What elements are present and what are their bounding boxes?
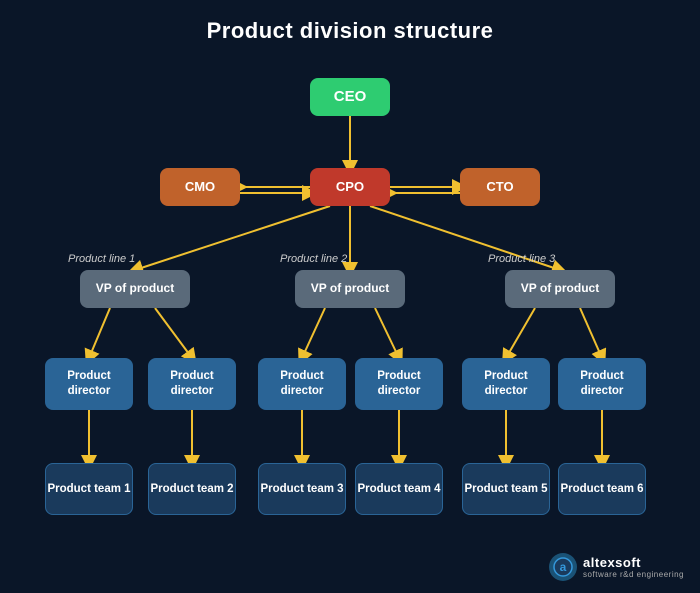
cmo-node: CMO [160,168,240,206]
product-team-3-node: Product team 3 [258,463,346,515]
altexsoft-logo: a altexsoft software r&d engineering [549,553,684,581]
vp-product-1-node: VP of product [80,270,190,308]
org-chart: CEO CPO CMO CTO Product line 1 Product l… [0,48,700,593]
product-team-6-node: Product team 6 [558,463,646,515]
ceo-node: CEO [310,78,390,116]
svg-text:a: a [560,560,567,574]
product-director-5-node: Product director [462,358,550,410]
product-team-4-node: Product team 4 [355,463,443,515]
altexsoft-icon: a [549,553,577,581]
cto-node: CTO [460,168,540,206]
product-team-1-node: Product team 1 [45,463,133,515]
vp-product-2-node: VP of product [295,270,405,308]
product-line-3-label: Product line 3 [488,253,555,265]
product-director-4-node: Product director [355,358,443,410]
cpo-node: CPO [310,168,390,206]
product-director-1-node: Product director [45,358,133,410]
product-director-2-node: Product director [148,358,236,410]
product-line-2-label: Product line 2 [280,253,347,265]
altexsoft-text: altexsoft software r&d engineering [583,555,684,579]
product-director-6-node: Product director [558,358,646,410]
product-director-3-node: Product director [258,358,346,410]
product-team-5-node: Product team 5 [462,463,550,515]
page-title: Product division structure [0,0,700,44]
product-team-2-node: Product team 2 [148,463,236,515]
product-line-1-label: Product line 1 [68,253,135,265]
vp-product-3-node: VP of product [505,270,615,308]
